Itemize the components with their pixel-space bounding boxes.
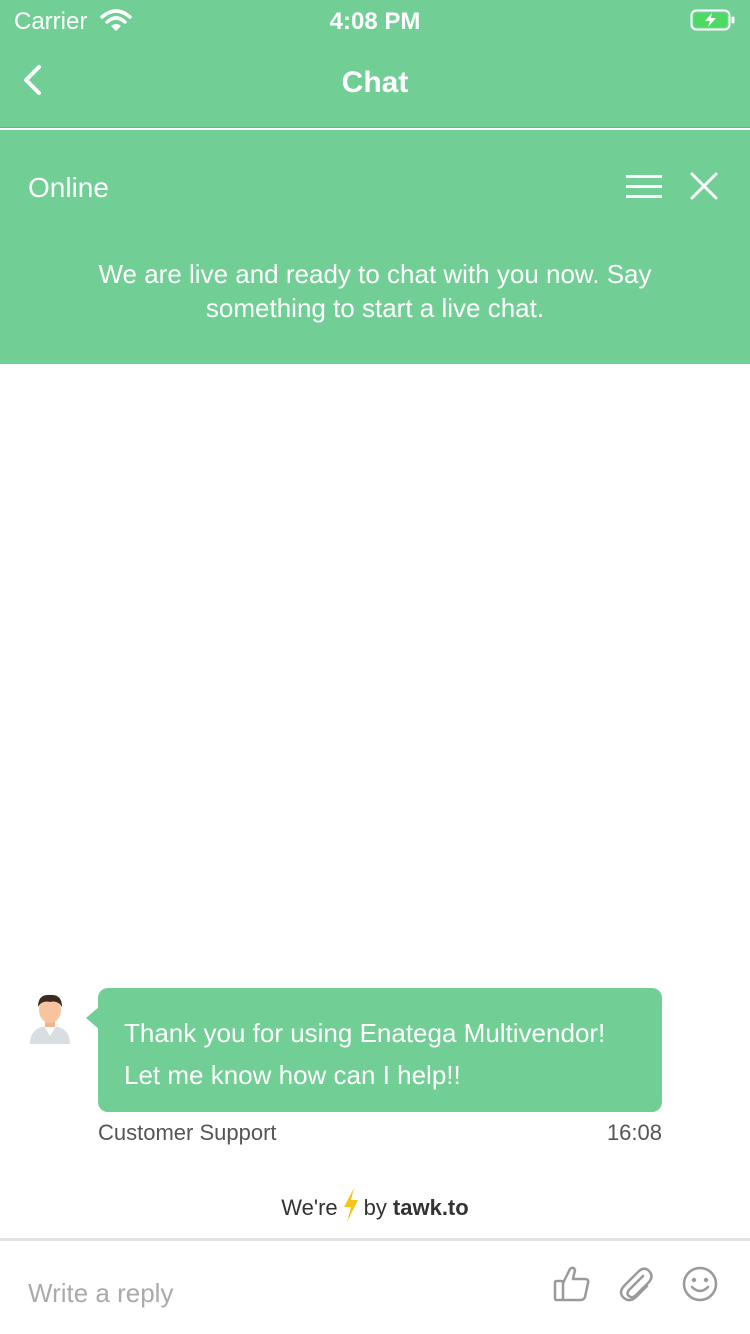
agent-status-label: Online — [28, 172, 109, 203]
close-widget-button[interactable] — [686, 170, 722, 204]
menu-button[interactable] — [622, 170, 666, 204]
welcome-message: We are live and ready to chat with you n… — [98, 259, 652, 323]
message-line: Thank you for using Enatega Multivendor! — [124, 1018, 606, 1048]
message-composer — [0, 1238, 750, 1334]
back-button[interactable] — [14, 62, 50, 102]
emoji-button[interactable] — [680, 1265, 720, 1307]
branding-name: tawk.to — [392, 1195, 469, 1220]
chevron-left-icon — [22, 64, 42, 101]
close-icon — [686, 172, 722, 208]
message-meta: Customer Support 16:08 — [98, 1120, 662, 1150]
message-bubble: Thank you for using Enatega Multivendor!… — [86, 988, 662, 1112]
agent-avatar-icon — [28, 990, 72, 1044]
reply-input[interactable] — [28, 1275, 528, 1311]
smiley-icon — [680, 1264, 720, 1309]
message-time: 16:08 — [606, 1120, 662, 1145]
status-time: 4:08 PM — [329, 8, 421, 35]
navigation-bar: Chat — [0, 40, 750, 128]
message-line: Let me know how can I help!! — [124, 1060, 461, 1090]
attach-file-button[interactable] — [616, 1265, 656, 1307]
page-title: Chat — [341, 66, 409, 99]
chat-widget-header: Online We are live and ready to chat wit… — [0, 130, 750, 364]
message-sender: Customer Support — [98, 1120, 277, 1145]
status-bar: Carrier 4:08 PM — [0, 0, 750, 40]
chat-screen: Carrier 4:08 PM Chat Online We are live … — [0, 0, 750, 1334]
powered-by-branding[interactable]: We're by tawk.to — [0, 1187, 750, 1229]
thumbs-up-icon — [552, 1264, 592, 1309]
lightning-bolt-icon — [342, 1187, 360, 1229]
branding-suffix: by — [363, 1195, 387, 1220]
paperclip-icon — [616, 1264, 656, 1309]
branding-prefix: We're — [281, 1195, 338, 1220]
hamburger-menu-icon — [622, 175, 666, 208]
battery-charging-icon — [690, 8, 736, 37]
thumbs-up-button[interactable] — [552, 1265, 592, 1307]
